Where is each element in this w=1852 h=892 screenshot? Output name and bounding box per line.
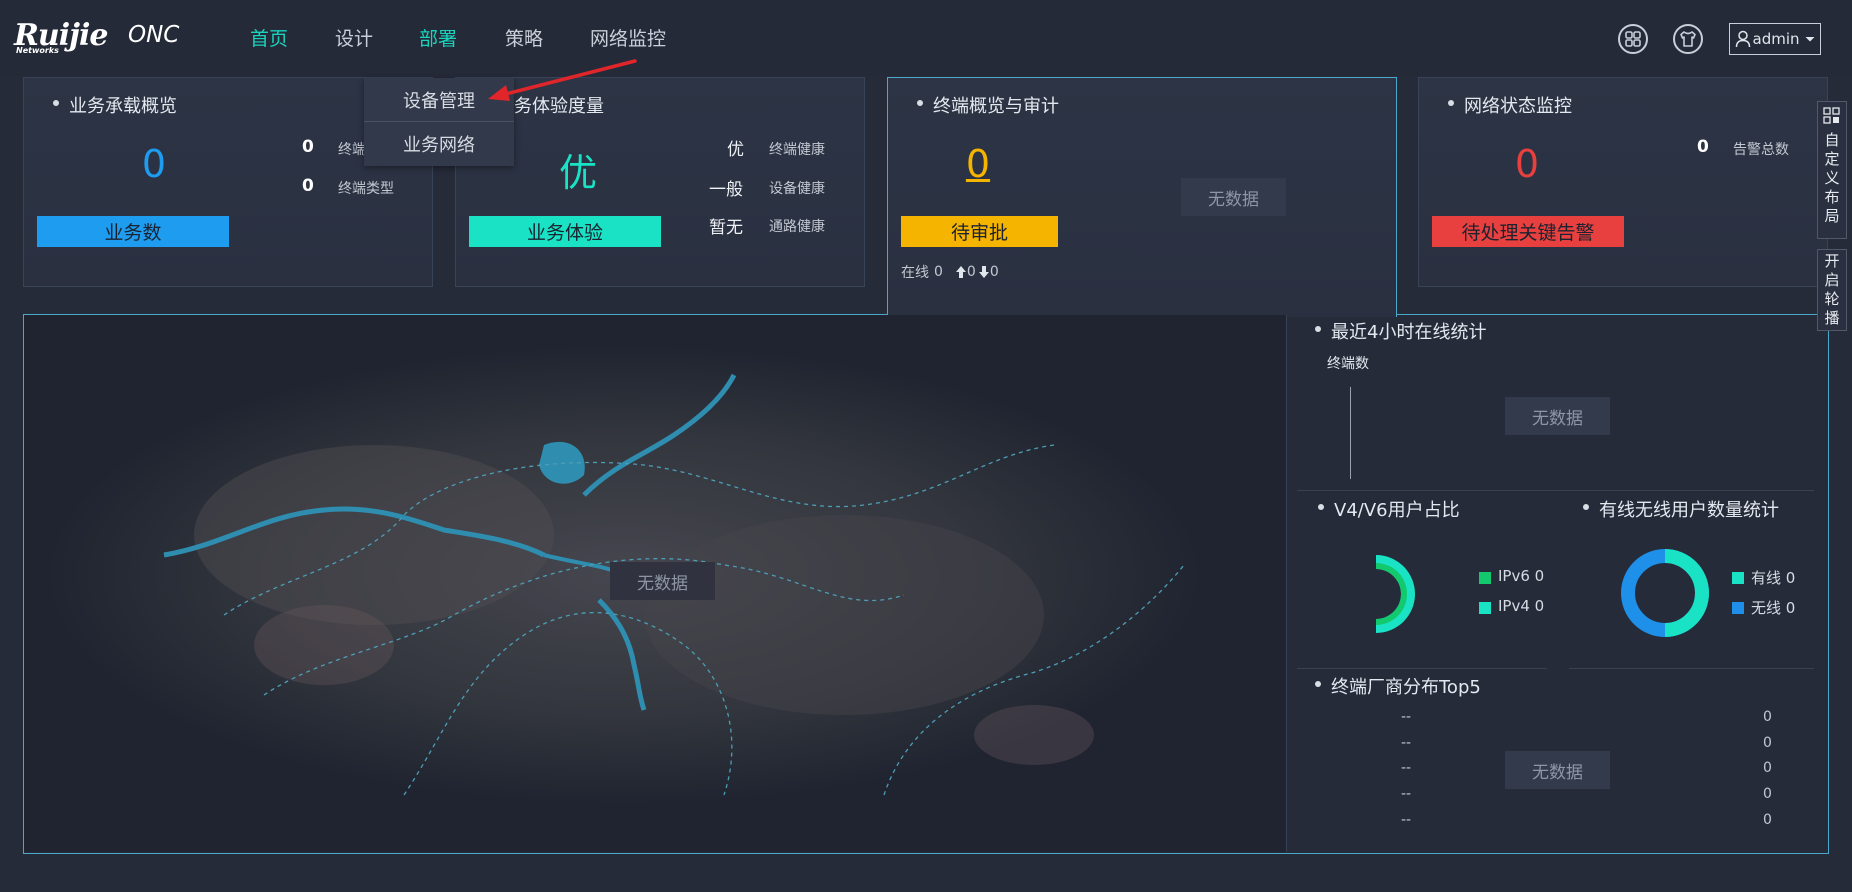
top-navigation-bar: Ruijie Networks ONC 首页 设计 部署 策略 网络监控 adm… bbox=[0, 0, 1852, 76]
user-icon bbox=[1735, 30, 1750, 48]
ipv4-legend-swatch bbox=[1479, 602, 1491, 614]
layout-grid-icon bbox=[1823, 107, 1840, 124]
annotation-arrow-icon bbox=[488, 59, 637, 101]
no-data-placeholder: 无数据 bbox=[1181, 178, 1286, 216]
card-title: 终端概览与审计 bbox=[917, 92, 1059, 118]
wired-wireless-donut-chart bbox=[1621, 549, 1709, 637]
vendor-count: 0 bbox=[1763, 786, 1772, 802]
panel-divider bbox=[1286, 315, 1287, 852]
v4v6-donut-chart bbox=[1376, 555, 1415, 633]
business-count-label: 业务数 bbox=[37, 216, 229, 247]
carousel-label: 开启轮播 bbox=[1824, 252, 1840, 327]
online-stats-no-data: 无数据 bbox=[1505, 397, 1610, 435]
terminal-audit-card: 终端概览与审计 0 待审批 在线 0 0 0 无数据 bbox=[887, 77, 1397, 317]
online-stats-axis bbox=[1350, 387, 1351, 479]
nav-home[interactable]: 首页 bbox=[250, 24, 288, 51]
terminal-label: 终端 bbox=[338, 142, 366, 158]
ipv6-legend: IPv6 0 bbox=[1498, 567, 1545, 585]
total-alerts-value: 0 bbox=[1697, 137, 1709, 157]
total-alerts-label: 告警总数 bbox=[1733, 142, 1789, 158]
menu-item-business-network[interactable]: 业务网络 bbox=[364, 122, 514, 165]
username: admin bbox=[1752, 30, 1800, 48]
wired-legend-swatch bbox=[1732, 572, 1744, 584]
card-title: 业务承载概览 bbox=[53, 92, 177, 118]
caret-down-icon bbox=[1805, 37, 1814, 42]
network-monitor-card: 网络状态监控 0 待处理关键告警 0 告警总数 bbox=[1418, 77, 1828, 287]
wired-legend: 有线 0 bbox=[1751, 569, 1796, 587]
logo-product: ONC bbox=[128, 22, 180, 48]
vendor-no-data: 无数据 bbox=[1505, 751, 1610, 789]
vendor-count: 0 bbox=[1763, 735, 1772, 751]
experience-grade: 优 bbox=[558, 151, 597, 195]
terminal-type-label: 终端类型 bbox=[338, 181, 394, 197]
vendor-name: -- bbox=[1401, 735, 1412, 751]
custom-layout-label: 自定义布局 bbox=[1824, 131, 1840, 225]
device-health-value: 一般 bbox=[709, 180, 743, 200]
ipv6-legend-swatch bbox=[1479, 572, 1491, 584]
nav-design[interactable]: 设计 bbox=[335, 24, 373, 51]
upload-count: 0 bbox=[966, 264, 976, 280]
section-divider bbox=[1569, 668, 1814, 669]
vendor-name: -- bbox=[1401, 786, 1412, 802]
arrow-down-icon bbox=[978, 266, 989, 278]
nav-policy[interactable]: 策略 bbox=[505, 24, 543, 51]
experience-label: 业务体验 bbox=[469, 216, 661, 247]
experience-card: 务体验度量 优 业务体验 优 终端健康 一般 设备健康 暂无 通路健康 bbox=[455, 77, 865, 287]
terminal-health-value: 优 bbox=[727, 140, 744, 160]
online-stats-axis-label: 终端数 bbox=[1327, 356, 1369, 372]
critical-alerts-button[interactable]: 待处理关键告警 bbox=[1432, 216, 1624, 247]
business-count: 0 bbox=[141, 142, 167, 186]
carousel-tab[interactable]: 开启轮播 bbox=[1817, 249, 1847, 331]
pending-approval-button[interactable]: 待审批 bbox=[901, 216, 1058, 247]
map-no-data: 无数据 bbox=[610, 562, 715, 600]
vendor-title: 终端厂商分布Top5 bbox=[1315, 673, 1481, 699]
vendor-count: 0 bbox=[1763, 709, 1772, 725]
wireless-legend-swatch bbox=[1732, 602, 1744, 614]
v4v6-title: V4/V6用户占比 bbox=[1318, 496, 1460, 522]
card-title: 网络状态监控 bbox=[1448, 92, 1572, 118]
custom-layout-tab[interactable]: 自定义布局 bbox=[1817, 101, 1847, 239]
online-label: 在线 bbox=[901, 265, 929, 281]
device-health-label: 设备健康 bbox=[769, 181, 825, 197]
path-health-label: 通路健康 bbox=[769, 219, 825, 235]
apps-grid-icon[interactable] bbox=[1618, 24, 1648, 54]
terminal-count: 0 bbox=[302, 137, 314, 157]
online-count: 0 bbox=[934, 264, 943, 280]
map-view[interactable]: 无数据 bbox=[24, 315, 1286, 852]
ruijie-logo[interactable]: Ruijie Networks ONC bbox=[12, 14, 187, 58]
wireless-legend: 无线 0 bbox=[1751, 599, 1796, 617]
nav-network-monitor[interactable]: 网络监控 bbox=[590, 24, 666, 51]
terminal-type-count: 0 bbox=[302, 176, 314, 196]
ipv4-legend: IPv4 0 bbox=[1498, 597, 1545, 615]
wired-wireless-title: 有线无线用户数量统计 bbox=[1583, 496, 1779, 522]
section-divider bbox=[1297, 490, 1814, 491]
download-count: 0 bbox=[989, 264, 999, 280]
vendor-count: 0 bbox=[1763, 812, 1772, 828]
critical-alert-count: 0 bbox=[1514, 142, 1540, 186]
nav-deploy[interactable]: 部署 bbox=[419, 24, 457, 51]
user-menu-button[interactable]: admin bbox=[1729, 23, 1821, 55]
pending-count[interactable]: 0 bbox=[938, 142, 1018, 186]
online-stats: 在线 0 0 0 bbox=[901, 262, 999, 282]
online-stats-title: 最近4小时在线统计 bbox=[1314, 318, 1486, 344]
vendor-name: -- bbox=[1401, 709, 1412, 725]
section-divider bbox=[1297, 668, 1547, 669]
vendor-name: -- bbox=[1401, 760, 1412, 776]
shirt-icon[interactable] bbox=[1673, 24, 1703, 54]
vendor-name: -- bbox=[1401, 812, 1412, 828]
logo-subtitle: Networks bbox=[16, 46, 59, 55]
path-health-value: 暂无 bbox=[709, 218, 743, 238]
panel-top-edge-right bbox=[1396, 314, 1829, 315]
arrow-up-icon bbox=[955, 266, 966, 278]
terminal-health-label: 终端健康 bbox=[769, 142, 825, 158]
vendor-count: 0 bbox=[1763, 760, 1772, 776]
